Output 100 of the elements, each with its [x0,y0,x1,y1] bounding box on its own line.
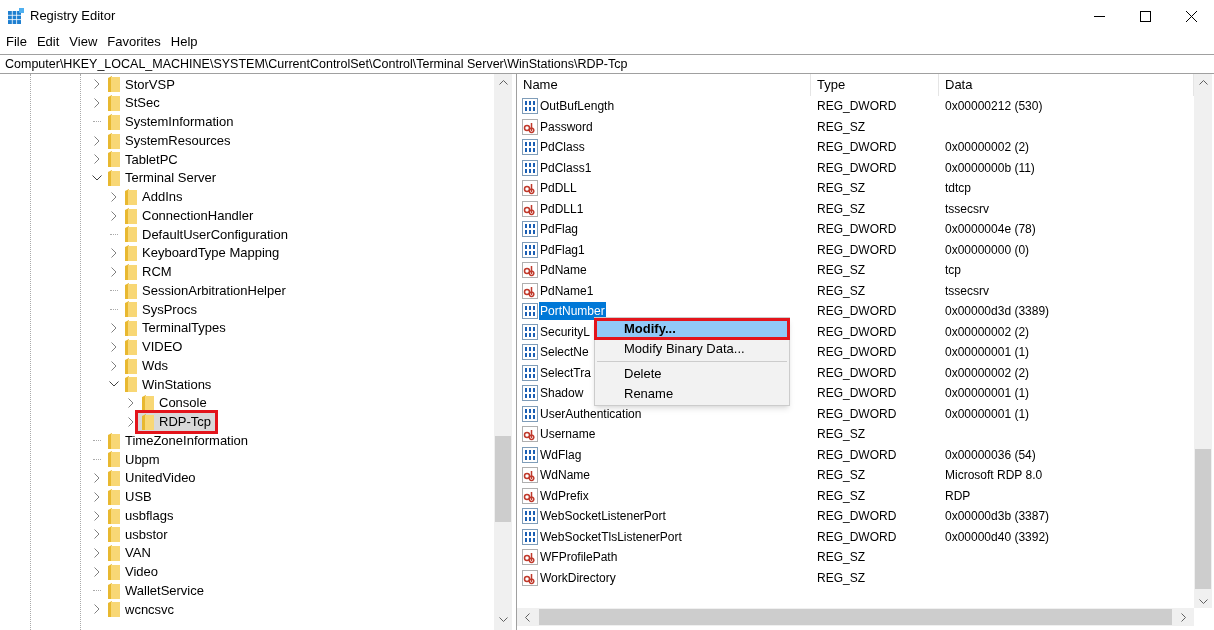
expand-chevron-icon[interactable] [128,416,134,427]
collapse-chevron-icon[interactable] [109,381,119,388]
tree-item[interactable]: WinStations [121,375,216,394]
tree-item[interactable]: wcncsvc [104,600,179,619]
tree-item[interactable]: Terminal Server [104,169,221,188]
column-header[interactable]: Type [811,74,939,96]
menu-item[interactable]: Favorites [102,32,166,52]
value-name[interactable]: SelectTra [539,363,592,382]
tree-item[interactable]: AddIns [121,187,187,206]
scrollbar-thumb[interactable] [1195,449,1211,589]
tree-item[interactable]: usbstor [104,525,172,544]
tree-item[interactable]: TimeZoneInformation [104,431,253,450]
tree-item[interactable]: USB [104,487,156,506]
tree-item[interactable]: Console [138,394,211,413]
value-name[interactable]: WdPrefix [539,486,590,505]
expand-chevron-icon[interactable] [94,154,100,165]
scroll-up-icon[interactable] [498,80,508,85]
horizontal-scrollbar[interactable] [517,608,1194,626]
tree-item[interactable]: usbflags [104,506,178,525]
value-name[interactable]: WFProfilePath [539,548,619,567]
value-name[interactable]: PdClass1 [539,158,593,177]
value-name[interactable]: WorkDirectory [539,568,617,587]
expand-chevron-icon[interactable] [111,191,117,202]
tree-item[interactable]: TerminalTypes [121,319,230,338]
value-name[interactable]: PdName1 [539,281,595,300]
menu-item[interactable]: Delete [595,364,789,384]
tree-item[interactable]: Wds [121,356,172,375]
tree-item[interactable]: SysProcs [121,300,201,319]
value-type: REG_SZ [817,570,865,585]
tree-item[interactable]: SystemResources [104,131,235,150]
expand-chevron-icon[interactable] [94,473,100,484]
vertical-scrollbar[interactable] [1194,74,1212,608]
scroll-up-icon[interactable] [1198,80,1208,85]
expand-chevron-icon[interactable] [94,548,100,559]
expand-chevron-icon[interactable] [111,210,117,221]
tree-item[interactable]: Video [104,562,162,581]
expand-chevron-icon[interactable] [94,604,100,615]
menu-item[interactable]: File [1,32,32,52]
tree-item[interactable]: KeyboardType Mapping [121,244,284,263]
value-name[interactable]: Password [539,117,594,136]
expand-chevron-icon[interactable] [128,398,134,409]
expand-chevron-icon[interactable] [94,566,100,577]
value-name[interactable]: PdDLL [539,179,578,198]
tree-item[interactable]: ConnectionHandler [121,206,258,225]
value-name[interactable]: PdClass [539,138,586,157]
menu-item[interactable]: Help [165,32,203,52]
value-name[interactable]: PdDLL1 [539,199,585,218]
scrollbar-thumb[interactable] [539,609,1172,625]
tree-item[interactable]: VAN [104,544,155,563]
column-header[interactable]: Name [517,74,811,96]
tree-item[interactable]: StorVSP [104,75,179,94]
tree-item[interactable]: Ubpm [104,450,164,469]
tree-item[interactable]: RCM [121,262,176,281]
value-name[interactable]: OutBufLength [539,97,616,116]
value-name[interactable]: Username [539,425,597,444]
expand-chevron-icon[interactable] [111,323,117,334]
value-name[interactable]: PdFlag [539,220,580,239]
tree-item[interactable]: UnitedVideo [104,469,200,488]
expand-chevron-icon[interactable] [94,98,100,109]
value-name[interactable]: Shadow [539,384,585,403]
value-name[interactable]: WebSocketTlsListenerPort [539,527,683,546]
tree-item[interactable]: SessionArbitrationHelper [121,281,290,300]
menu-item[interactable]: View [64,32,103,52]
tree-item[interactable]: StSec [104,94,164,113]
scroll-right-icon[interactable] [1181,612,1186,622]
menu-item[interactable]: Modify... [595,319,789,339]
value-name[interactable]: WdFlag [539,445,583,464]
tree-item[interactable]: RDP-Tcp [138,412,215,431]
menu-item[interactable]: Edit [31,32,65,52]
tree-item[interactable]: DefaultUserConfiguration [121,225,292,244]
expand-chevron-icon[interactable] [94,79,100,90]
scroll-down-icon[interactable] [1198,599,1208,604]
expand-chevron-icon[interactable] [111,341,117,352]
value-name[interactable]: WdName [539,466,591,485]
menu-item[interactable]: Modify Binary Data... [595,339,789,359]
expand-chevron-icon[interactable] [94,529,100,540]
value-name[interactable]: PdFlag1 [539,240,586,259]
vertical-scrollbar[interactable] [494,74,512,630]
tree-item[interactable]: VIDEO [121,337,187,356]
collapse-chevron-icon[interactable] [92,175,102,182]
tree-item[interactable]: TabletPC [104,150,182,169]
expand-chevron-icon[interactable] [94,510,100,521]
value-name[interactable]: UserAuthentication [539,404,643,423]
scrollbar-thumb[interactable] [495,436,511,522]
expand-chevron-icon[interactable] [94,135,100,146]
menu-item[interactable]: Rename [595,384,789,404]
scroll-left-icon[interactable] [525,612,530,622]
value-name[interactable]: SelectNe [539,343,590,362]
value-name[interactable]: PdName [539,261,588,280]
value-name[interactable]: PortNumber [539,302,606,321]
expand-chevron-icon[interactable] [111,248,117,259]
expand-chevron-icon[interactable] [111,360,117,371]
address-bar[interactable]: Computer\HKEY_LOCAL_MACHINE\SYSTEM\CurrentControlSet\Control\Terminal Server\WinStations\RDP-Tcp [0,54,1214,74]
tree-item[interactable]: SystemInformation [104,112,238,131]
value-name[interactable]: WebSocketListenerPort [539,507,667,526]
expand-chevron-icon[interactable] [111,266,117,277]
expand-chevron-icon[interactable] [94,491,100,502]
scroll-down-icon[interactable] [498,617,508,622]
tree-item[interactable]: WalletService [104,581,208,600]
value-name[interactable]: SecurityL [539,322,592,341]
